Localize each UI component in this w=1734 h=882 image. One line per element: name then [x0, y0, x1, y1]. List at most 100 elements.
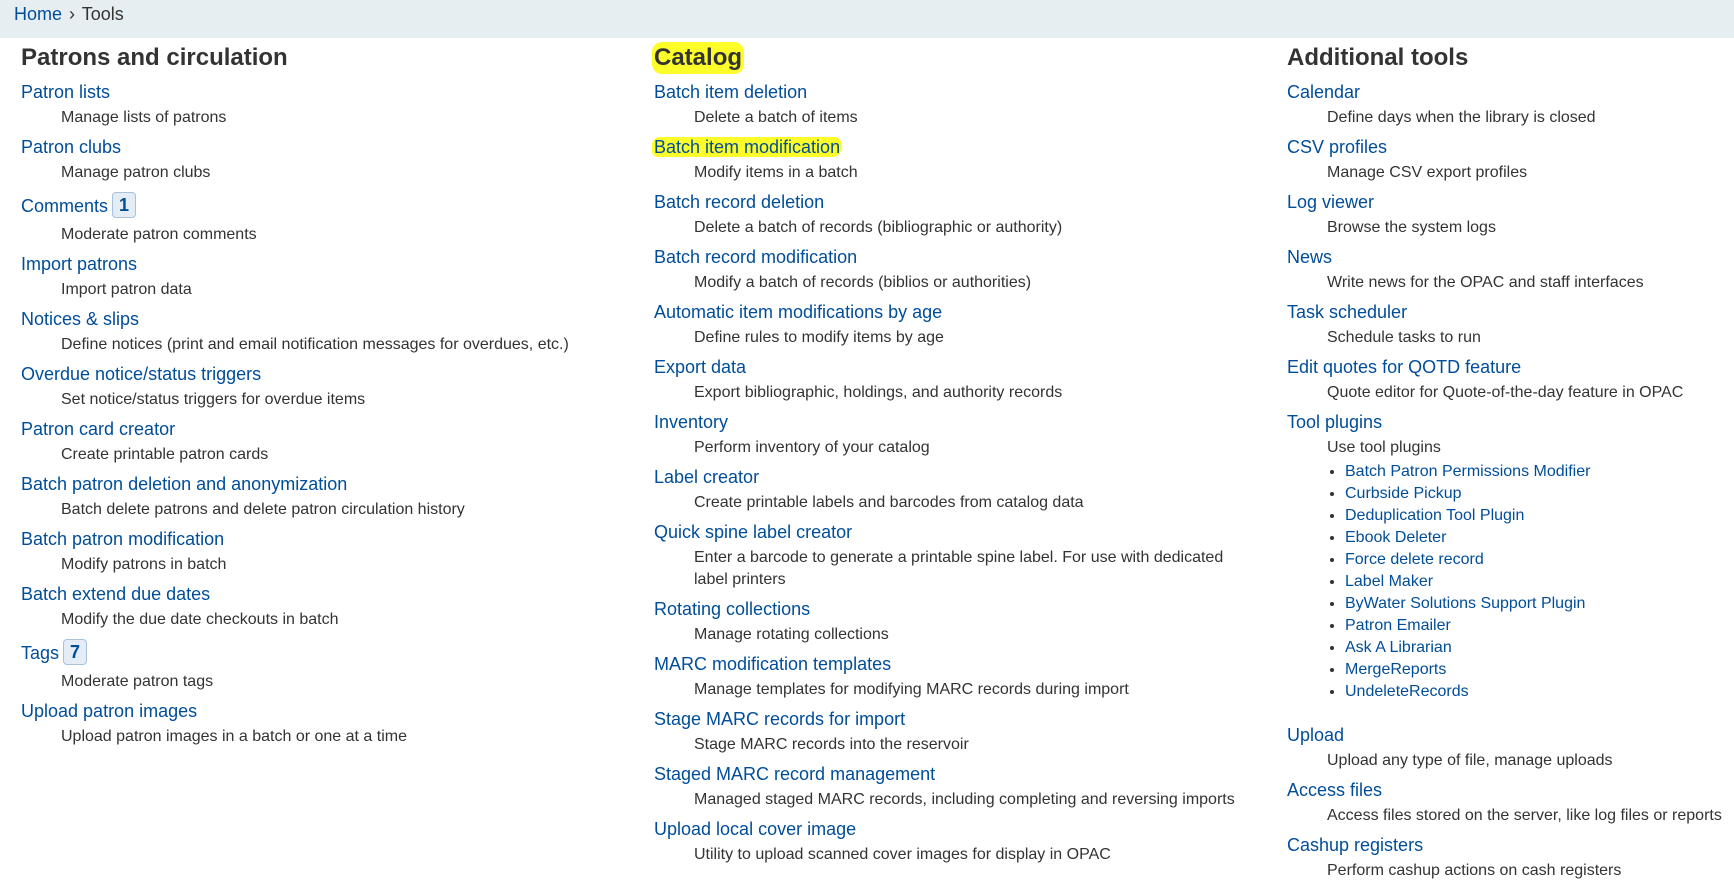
tags-link[interactable]: Tags: [21, 643, 59, 663]
tool-item-notices-slips: Notices & slips: [21, 308, 621, 331]
overdue-triggers-link[interactable]: Overdue notice/status triggers: [21, 364, 261, 384]
batch-record-deletion-desc: Delete a batch of records (bibliographic…: [694, 219, 1063, 236]
upload-patron-images-desc: Upload patron images in a batch or one a…: [61, 728, 407, 745]
tool-item-upload-patron-images: Upload patron images: [21, 700, 621, 723]
breadcrumb-separator: ›: [69, 4, 76, 24]
log-viewer-link[interactable]: Log viewer: [1287, 192, 1374, 212]
task-scheduler-link[interactable]: Task scheduler: [1287, 302, 1407, 322]
calendar-link[interactable]: Calendar: [1287, 82, 1360, 102]
breadcrumb-home-link[interactable]: Home: [14, 4, 62, 24]
batch-extend-due-dates-link[interactable]: Batch extend due dates: [21, 584, 210, 604]
batch-item-deletion-desc: Delete a batch of items: [694, 109, 858, 126]
automatic-item-modifications-link[interactable]: Automatic item modifications by age: [654, 302, 942, 322]
plugin-link-ebook-deleter[interactable]: Ebook Deleter: [1345, 529, 1446, 546]
breadcrumb: Home › Tools: [0, 0, 1734, 38]
batch-item-deletion-link[interactable]: Batch item deletion: [654, 82, 807, 102]
additional-tools-column: Additional tools Calendar Define days wh…: [1287, 42, 1727, 882]
label-creator-link[interactable]: Label creator: [654, 467, 759, 487]
staged-marc-management-link[interactable]: Staged MARC record management: [654, 764, 935, 784]
tool-plugins-desc: Use tool plugins: [1327, 439, 1441, 456]
tool-item-batch-record-deletion: Batch record deletion: [654, 191, 1254, 214]
plugin-link-patron-emailer[interactable]: Patron Emailer: [1345, 617, 1451, 634]
task-scheduler-desc: Schedule tasks to run: [1327, 329, 1481, 346]
plugin-list-item: Label Maker: [1345, 571, 1727, 593]
patron-card-creator-desc: Create printable patron cards: [61, 446, 269, 463]
plugin-list-item: UndeleteRecords: [1345, 681, 1727, 703]
import-patrons-link[interactable]: Import patrons: [21, 254, 137, 274]
plugin-link-merge-reports[interactable]: MergeReports: [1345, 661, 1446, 678]
plugin-link-curbside-pickup[interactable]: Curbside Pickup: [1345, 485, 1462, 502]
plugin-list-item: Deduplication Tool Plugin: [1345, 505, 1727, 527]
catalog-tool-list: Batch item deletion Delete a batch of it…: [652, 81, 1254, 866]
export-data-desc: Export bibliographic, holdings, and auth…: [694, 384, 1063, 401]
upload-patron-images-link[interactable]: Upload patron images: [21, 701, 197, 721]
patron-lists-link[interactable]: Patron lists: [21, 82, 110, 102]
tool-item-stage-marc-records: Stage MARC records for import: [654, 708, 1254, 731]
catalog-column: Catalog Batch item deletion Delete a bat…: [652, 42, 1254, 866]
plugin-link-deduplication-tool[interactable]: Deduplication Tool Plugin: [1345, 507, 1524, 524]
tool-item-batch-record-modification: Batch record modification: [654, 246, 1254, 269]
tool-item-patron-card-creator: Patron card creator: [21, 418, 621, 441]
comments-count-badge[interactable]: 1: [112, 192, 137, 219]
plugin-link-label-maker[interactable]: Label Maker: [1345, 573, 1433, 590]
plugin-list-item: Ask A Librarian: [1345, 637, 1727, 659]
marc-modification-templates-desc: Manage templates for modifying MARC reco…: [694, 681, 1129, 698]
marc-modification-templates-link[interactable]: MARC modification templates: [654, 654, 891, 674]
tool-item-staged-marc-management: Staged MARC record management: [654, 763, 1254, 786]
additional-tool-list: Calendar Define days when the library is…: [1287, 81, 1727, 882]
comments-desc: Moderate patron comments: [61, 226, 257, 243]
plugin-list-spacer: [1327, 703, 1727, 717]
news-desc: Write news for the OPAC and staff interf…: [1327, 274, 1644, 291]
inventory-link[interactable]: Inventory: [654, 412, 728, 432]
news-link[interactable]: News: [1287, 247, 1332, 267]
patron-clubs-link[interactable]: Patron clubs: [21, 137, 121, 157]
tool-item-overdue-triggers: Overdue notice/status triggers: [21, 363, 621, 386]
upload-local-cover-image-link[interactable]: Upload local cover image: [654, 819, 856, 839]
tool-item-log-viewer: Log viewer: [1287, 191, 1727, 214]
export-data-link[interactable]: Export data: [654, 357, 746, 377]
patron-clubs-desc: Manage patron clubs: [61, 164, 211, 181]
batch-patron-deletion-link[interactable]: Batch patron deletion and anonymization: [21, 474, 347, 494]
tool-item-news: News: [1287, 246, 1727, 269]
rotating-collections-desc: Manage rotating collections: [694, 626, 889, 643]
cashup-registers-link[interactable]: Cashup registers: [1287, 835, 1423, 855]
tool-item-rotating-collections: Rotating collections: [654, 598, 1254, 621]
upload-local-cover-image-desc: Utility to upload scanned cover images f…: [694, 846, 1111, 863]
tool-item-upload-local-cover-image: Upload local cover image: [654, 818, 1254, 841]
stage-marc-records-link[interactable]: Stage MARC records for import: [654, 709, 905, 729]
additional-tools-heading: Additional tools: [1287, 44, 1469, 71]
patrons-tool-list: Patron lists Manage lists of patrons Pat…: [21, 81, 621, 748]
tool-item-inventory: Inventory: [654, 411, 1254, 434]
batch-patron-modification-link[interactable]: Batch patron modification: [21, 529, 224, 549]
tool-item-tags: Tags 7: [21, 638, 621, 668]
notices-slips-link[interactable]: Notices & slips: [21, 309, 139, 329]
tool-item-automatic-item-modifications: Automatic item modifications by age: [654, 301, 1254, 324]
patron-card-creator-link[interactable]: Patron card creator: [21, 419, 175, 439]
batch-record-deletion-link[interactable]: Batch record deletion: [654, 192, 824, 212]
plugin-link-bywater-support[interactable]: ByWater Solutions Support Plugin: [1345, 595, 1585, 612]
access-files-link[interactable]: Access files: [1287, 780, 1382, 800]
tool-item-export-data: Export data: [654, 356, 1254, 379]
csv-profiles-link[interactable]: CSV profiles: [1287, 137, 1387, 157]
tool-item-upload: Upload: [1287, 724, 1727, 747]
tool-item-label-creator: Label creator: [654, 466, 1254, 489]
batch-item-modification-link[interactable]: Batch item modification: [652, 137, 843, 157]
tool-item-access-files: Access files: [1287, 779, 1727, 802]
plugin-link-ask-a-librarian[interactable]: Ask A Librarian: [1345, 639, 1452, 656]
tags-desc: Moderate patron tags: [61, 673, 214, 690]
rotating-collections-link[interactable]: Rotating collections: [654, 599, 810, 619]
tool-plugins-link[interactable]: Tool plugins: [1287, 412, 1382, 432]
inventory-desc: Perform inventory of your catalog: [694, 439, 930, 456]
plugin-link-undelete-records[interactable]: UndeleteRecords: [1345, 683, 1469, 700]
tool-item-cashup-registers: Cashup registers: [1287, 834, 1727, 857]
batch-record-modification-link[interactable]: Batch record modification: [654, 247, 857, 267]
tags-count-badge[interactable]: 7: [63, 639, 88, 666]
upload-link[interactable]: Upload: [1287, 725, 1344, 745]
comments-link[interactable]: Comments: [21, 196, 108, 216]
plugin-link-force-delete-record[interactable]: Force delete record: [1345, 551, 1484, 568]
tool-item-batch-patron-deletion: Batch patron deletion and anonymization: [21, 473, 621, 496]
quick-spine-label-creator-link[interactable]: Quick spine label creator: [654, 522, 852, 542]
edit-quotes-link[interactable]: Edit quotes for QOTD feature: [1287, 357, 1521, 377]
plugin-link-batch-patron-permissions[interactable]: Batch Patron Permissions Modifier: [1345, 463, 1590, 480]
automatic-item-modifications-desc: Define rules to modify items by age: [694, 329, 944, 346]
